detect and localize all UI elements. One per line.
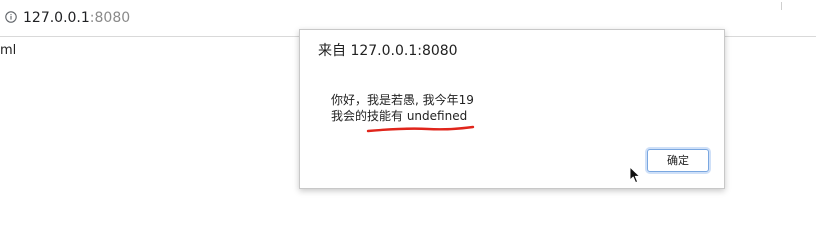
arrow-cursor-icon — [629, 166, 641, 184]
alert-dialog: 来自 127.0.0.1:8080 你好，我是若愚, 我今年19 我会的技能有 … — [299, 29, 725, 189]
dialog-message-line-1: 你好，我是若愚, 我今年19 — [331, 93, 474, 107]
dialog-title: 来自 127.0.0.1:8080 — [318, 43, 458, 59]
dialog-message-line-2: 我会的技能有 undefined — [331, 109, 468, 123]
url-text[interactable]: 127.0.0.1:8080 — [23, 9, 130, 27]
toolbar-divider — [781, 2, 782, 10]
browser-window: 127.0.0.1:8080 ml 来自 127.0.0.1:8080 你好，我… — [0, 0, 816, 209]
page-text-fragment: ml — [0, 43, 17, 58]
red-underline-annotation — [366, 125, 475, 133]
info-icon[interactable] — [5, 11, 17, 23]
ok-button[interactable]: 确定 — [647, 149, 709, 172]
dialog-message: 你好，我是若愚, 我今年19 我会的技能有 undefined — [331, 92, 474, 124]
url-host: 127.0.0.1 — [23, 10, 90, 26]
url-port: :8080 — [89, 10, 131, 26]
